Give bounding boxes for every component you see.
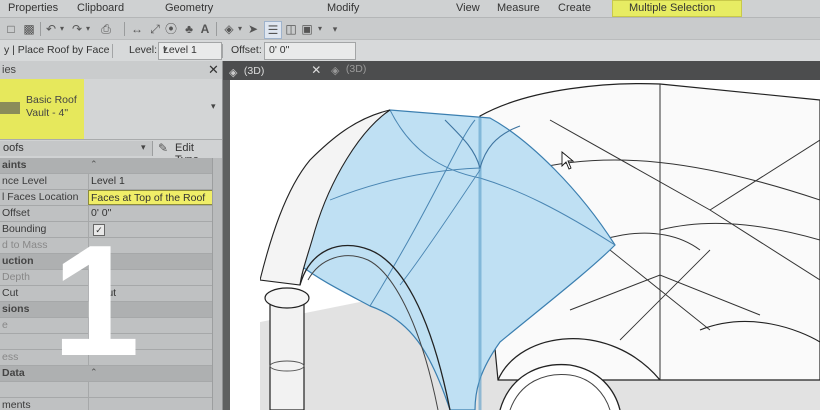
customize-icon[interactable]: ▾: [330, 21, 340, 37]
properties-header: ies ✕: [0, 61, 222, 79]
ribbon-panel-view[interactable]: View: [456, 2, 480, 14]
type-selector[interactable]: Basic Roof Vault - 4" ▾: [0, 79, 222, 139]
close-hidden-icon[interactable]: ◫: [284, 21, 298, 37]
property-row[interactable]: nce Level Level 1: [0, 174, 212, 190]
tag-icon[interactable]: ⦿: [164, 21, 178, 37]
print-icon[interactable]: ⎙: [98, 21, 114, 37]
chevron-down-icon[interactable]: ▾: [236, 21, 244, 37]
chevron-down-icon: ▾: [163, 44, 168, 54]
property-label: nce Level: [2, 175, 47, 187]
3d-viewport[interactable]: [230, 80, 820, 410]
view-tab-label: (3D): [345, 63, 367, 75]
toolbar-divider: [124, 22, 125, 36]
ribbon-panel-properties[interactable]: Properties: [8, 2, 58, 14]
quick-access-toolbar: □ ▩ ↶ ▾ ↷ ▾ ⎙ ↔ ⤢ ⦿ ♣ A ◈ ▾ ➤ ☰ ◫ ▣ ▾ ▾: [0, 17, 820, 40]
type-name: Basic Roof Vault - 4": [26, 94, 77, 119]
column-capital: [264, 287, 310, 309]
close-icon[interactable]: ✕: [311, 63, 321, 77]
instance-filter-row: oofs ▾ ✎ Edit Type: [0, 139, 222, 166]
instance-filter-value: oofs: [3, 142, 24, 154]
ribbon-panel-measure[interactable]: Measure: [497, 2, 540, 14]
section-icon[interactable]: ➤: [246, 21, 260, 37]
property-value-text: Level 1: [91, 175, 125, 187]
chevron-down-icon[interactable]: ▾: [58, 21, 66, 37]
spot-elevation-icon[interactable]: ♣: [182, 21, 196, 37]
offset-input-value: 0' 0": [269, 44, 290, 56]
ribbon-panel-create[interactable]: Create: [558, 2, 591, 14]
undo-icon[interactable]: ↶: [44, 21, 58, 37]
open-icon[interactable]: □: [4, 21, 18, 37]
property-value[interactable]: [88, 398, 213, 410]
ribbon-panel-modify[interactable]: Modify: [327, 2, 359, 14]
text-icon[interactable]: A: [198, 21, 212, 37]
ribbon-panel-labels: Properties Clipboard Geometry Modify Vie…: [0, 0, 820, 17]
group-label: aints: [2, 159, 27, 171]
property-label: l Faces Location: [2, 191, 79, 203]
property-row[interactable]: l Faces Location Faces at Top of the Roo…: [0, 190, 214, 206]
3d-view-icon: ◈: [229, 67, 238, 79]
instance-filter-select[interactable]: oofs ▾: [0, 141, 153, 156]
level-select[interactable]: Level 1 ▾: [158, 42, 222, 60]
collapse-icon: ⌃: [90, 159, 98, 169]
measure-icon[interactable]: ↔: [130, 21, 144, 37]
group-constraints[interactable]: aints ⌃: [0, 158, 212, 174]
redo-icon[interactable]: ↷: [70, 21, 84, 37]
save-icon[interactable]: ▩: [22, 21, 36, 37]
options-divider: [112, 44, 113, 58]
chevron-down-icon[interactable]: ▾: [316, 21, 324, 37]
ribbon-panel-clipboard[interactable]: Clipboard: [77, 2, 124, 14]
3d-view-icon: ◈: [331, 65, 340, 77]
step-number-overlay: 1: [52, 213, 140, 389]
options-bar-context: y | Place Roof by Face: [4, 44, 110, 56]
roof-type-thumbnail: [0, 102, 20, 114]
edit-type-button[interactable]: ✎ Edit Type: [158, 141, 216, 166]
property-label: ments: [2, 399, 31, 410]
type-selector-preview: Basic Roof Vault - 4": [0, 79, 84, 139]
level-label: Level:: [129, 44, 158, 56]
options-divider: [222, 44, 223, 58]
close-icon[interactable]: ✕: [208, 62, 219, 78]
vaulted-roof-model: [230, 80, 820, 410]
edit-type-icon: ✎: [158, 141, 169, 155]
thin-lines-icon[interactable]: ☰: [264, 21, 282, 39]
view-tab-3d[interactable]: ◈ (3D): [331, 63, 366, 78]
chevron-down-icon: ▾: [141, 142, 146, 152]
property-value-text: Faces at Top of the Roof: [91, 192, 206, 204]
ribbon-panel-geometry[interactable]: Geometry: [165, 2, 213, 14]
group-spacer: ⌃: [88, 158, 212, 173]
properties-scrollbar[interactable]: [212, 158, 222, 410]
ribbon-panel-multiple-selection[interactable]: Multiple Selection: [629, 2, 715, 14]
toolbar-divider: [40, 22, 41, 36]
view-tab-label: (3D): [243, 65, 265, 77]
toolbar-divider: [216, 22, 217, 36]
view-tab-3d-active[interactable]: ◈ (3D) ✕: [229, 63, 321, 79]
options-bar: y | Place Roof by Face Level: Level 1 ▾ …: [0, 39, 820, 62]
property-value-active[interactable]: Faces at Top of the Roof: [88, 190, 214, 205]
chevron-down-icon[interactable]: ▾: [211, 101, 216, 112]
offset-input[interactable]: 0' 0": [264, 42, 356, 60]
3d-view-icon[interactable]: ◈: [222, 21, 236, 37]
column: [269, 301, 305, 410]
switch-windows-icon[interactable]: ▣: [300, 21, 314, 37]
properties-title: ies: [2, 64, 17, 76]
offset-label: Offset:: [231, 44, 262, 56]
view-tab-bar: ◈ (3D) ✕ ◈ (3D): [223, 61, 820, 80]
dimension-icon[interactable]: ⤢: [148, 21, 162, 37]
property-row[interactable]: ments: [0, 398, 212, 410]
chevron-down-icon[interactable]: ▾: [84, 21, 92, 37]
property-value[interactable]: Level 1: [88, 174, 213, 189]
